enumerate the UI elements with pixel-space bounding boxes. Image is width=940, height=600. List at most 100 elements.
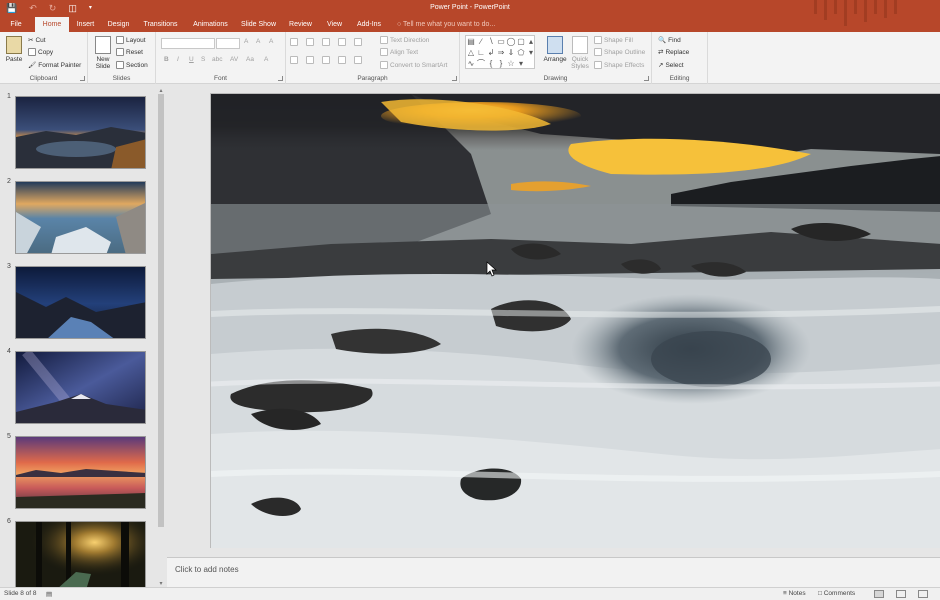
tab-slide-show[interactable]: Slide Show bbox=[238, 17, 279, 32]
arc-shape-icon[interactable]: ⌒ bbox=[476, 58, 486, 69]
rounded-rect-shape-icon[interactable]: ▢ bbox=[516, 36, 526, 47]
shape-effects-button[interactable]: Shape Effects bbox=[594, 61, 644, 69]
section-button[interactable]: Section bbox=[116, 61, 148, 69]
shapes-gallery[interactable]: ▤ ∕ ∖ ▭ ◯ ▢ ▴ △ ∟ ↲ ⇒ ⇓ ⬠ ▾ ∿ ⌒{} ☆ ▾ bbox=[465, 35, 535, 69]
gallery-down-icon[interactable]: ▾ bbox=[526, 47, 536, 58]
scroll-up-icon[interactable]: ▴ bbox=[157, 87, 165, 94]
shrink-font-button[interactable]: A bbox=[256, 38, 260, 45]
cut-button[interactable]: ✂ Cut bbox=[28, 36, 46, 45]
numbering-icon[interactable] bbox=[306, 38, 314, 46]
bold-button[interactable]: B bbox=[164, 56, 169, 63]
brace-shape-icon[interactable]: } bbox=[496, 58, 506, 69]
find-button[interactable]: 🔍 Find bbox=[658, 36, 681, 45]
font-size-input[interactable] bbox=[216, 38, 240, 49]
scroll-down-icon[interactable]: ▾ bbox=[157, 580, 165, 587]
columns-icon[interactable] bbox=[354, 56, 362, 64]
text-direction-button[interactable]: Text Direction bbox=[380, 36, 429, 44]
pentagon-shape-icon[interactable]: ⬠ bbox=[516, 47, 526, 58]
line-shape-icon[interactable]: ∕ bbox=[476, 36, 486, 47]
align-left-icon[interactable] bbox=[290, 56, 298, 64]
grow-font-button[interactable]: A bbox=[244, 38, 248, 45]
slide-sorter-icon[interactable] bbox=[896, 590, 906, 598]
font-color-button[interactable]: A bbox=[264, 56, 268, 63]
notes-pane[interactable]: Click to add notes bbox=[167, 557, 940, 587]
tab-review[interactable]: Review bbox=[285, 17, 316, 32]
spelling-icon[interactable]: ▤ bbox=[46, 590, 52, 598]
tab-animations[interactable]: Animations bbox=[188, 17, 233, 32]
arrow-down-shape-icon[interactable]: ⇓ bbox=[506, 47, 516, 58]
line-spacing-icon[interactable] bbox=[354, 38, 362, 46]
tab-home[interactable]: Home bbox=[35, 17, 69, 32]
shape-fill-button[interactable]: Shape Fill bbox=[594, 36, 633, 44]
scrollbar-thumb[interactable] bbox=[158, 94, 164, 527]
arrange-button[interactable]: Arrange bbox=[542, 36, 568, 63]
arrow-right-shape-icon[interactable]: ⇒ bbox=[496, 47, 506, 58]
tab-design[interactable]: Design bbox=[104, 17, 133, 32]
align-right-icon[interactable] bbox=[322, 56, 330, 64]
gallery-up-icon[interactable]: ▴ bbox=[526, 36, 536, 47]
brace-shape-icon[interactable]: { bbox=[486, 58, 496, 69]
slide-thumbnails-pane: 1 2 3 4 5 6 bbox=[0, 85, 167, 589]
select-button[interactable]: ↗ Select bbox=[658, 61, 684, 70]
strikethrough-button[interactable]: S bbox=[201, 56, 205, 63]
tab-transitions[interactable]: Transitions bbox=[139, 17, 182, 32]
thumbnails-scrollbar[interactable]: ▴ ▾ bbox=[157, 87, 165, 587]
star-shape-icon[interactable]: ☆ bbox=[506, 58, 516, 69]
replace-button[interactable]: ⇄ Replace bbox=[658, 48, 689, 57]
reading-view-icon[interactable] bbox=[918, 590, 928, 598]
triangle-shape-icon[interactable]: △ bbox=[466, 47, 476, 58]
oval-shape-icon[interactable]: ◯ bbox=[506, 36, 516, 47]
paste-button[interactable]: Paste bbox=[4, 36, 24, 63]
slide-number: 1 bbox=[7, 93, 11, 100]
format-painter-button[interactable]: 🖌 Format Painter bbox=[28, 61, 81, 70]
tab-file[interactable]: File bbox=[4, 17, 28, 32]
align-center-icon[interactable] bbox=[306, 56, 314, 64]
paragraph-launcher-icon[interactable] bbox=[452, 76, 457, 81]
clear-format-button[interactable]: A bbox=[269, 38, 273, 45]
slide-thumbnail-4[interactable]: 4 bbox=[0, 348, 160, 424]
drawing-launcher-icon[interactable] bbox=[644, 76, 649, 81]
current-slide[interactable] bbox=[210, 93, 940, 548]
connector-shape-icon[interactable]: ↲ bbox=[486, 47, 496, 58]
quick-styles-button[interactable]: Quick Styles bbox=[568, 36, 592, 70]
comments-toggle-button[interactable]: □ Comments bbox=[818, 590, 855, 597]
more-shapes-icon[interactable]: ▾ bbox=[516, 58, 526, 69]
change-case-button[interactable]: Aa bbox=[246, 56, 254, 63]
textbox-shape-icon[interactable]: ▤ bbox=[466, 36, 476, 47]
curve-shape-icon[interactable]: ∿ bbox=[466, 58, 476, 69]
slide-thumbnail-6[interactable]: 6 bbox=[0, 518, 160, 593]
list-buttons bbox=[290, 38, 362, 46]
increase-indent-icon[interactable] bbox=[338, 38, 346, 46]
decrease-indent-icon[interactable] bbox=[322, 38, 330, 46]
notes-toggle-button[interactable]: ≡ Notes bbox=[783, 590, 806, 597]
normal-view-icon[interactable] bbox=[874, 590, 884, 598]
font-launcher-icon[interactable] bbox=[278, 76, 283, 81]
rectangle-shape-icon[interactable]: ▭ bbox=[496, 36, 506, 47]
italic-button[interactable]: I bbox=[177, 56, 179, 63]
slide-thumbnail-5[interactable]: 5 bbox=[0, 433, 160, 509]
tab-insert[interactable]: Insert bbox=[72, 17, 99, 32]
tab-add-ins[interactable]: Add-Ins bbox=[352, 17, 386, 32]
slide-thumbnail-2[interactable]: 2 bbox=[0, 178, 160, 254]
shape-outline-button[interactable]: Shape Outline bbox=[594, 48, 645, 56]
format-painter-icon: 🖌 bbox=[28, 62, 37, 69]
layout-button[interactable]: Layout bbox=[116, 36, 146, 44]
new-slide-button[interactable]: New Slide bbox=[92, 36, 114, 70]
justify-icon[interactable] bbox=[338, 56, 346, 64]
font-name-input[interactable] bbox=[161, 38, 215, 49]
slide-thumbnail-1[interactable]: 1 bbox=[0, 93, 160, 169]
slide-thumbnail-3[interactable]: 3 bbox=[0, 263, 160, 339]
clipboard-launcher-icon[interactable] bbox=[80, 76, 85, 81]
spacing-button[interactable]: AV bbox=[230, 56, 238, 63]
reset-button[interactable]: Reset bbox=[116, 48, 143, 56]
connector-shape-icon[interactable]: ∟ bbox=[476, 47, 486, 58]
tell-me-box[interactable]: ○ Tell me what you want to do... bbox=[397, 17, 495, 32]
convert-smartart-button[interactable]: Convert to SmartArt bbox=[380, 61, 447, 69]
bullets-icon[interactable] bbox=[290, 38, 298, 46]
shadow-button[interactable]: abc bbox=[212, 56, 222, 63]
copy-button[interactable]: Copy bbox=[28, 48, 53, 56]
align-text-button[interactable]: Align Text bbox=[380, 48, 418, 56]
tab-view[interactable]: View bbox=[322, 17, 347, 32]
line-shape-icon[interactable]: ∖ bbox=[486, 36, 496, 47]
underline-button[interactable]: U bbox=[189, 56, 194, 63]
